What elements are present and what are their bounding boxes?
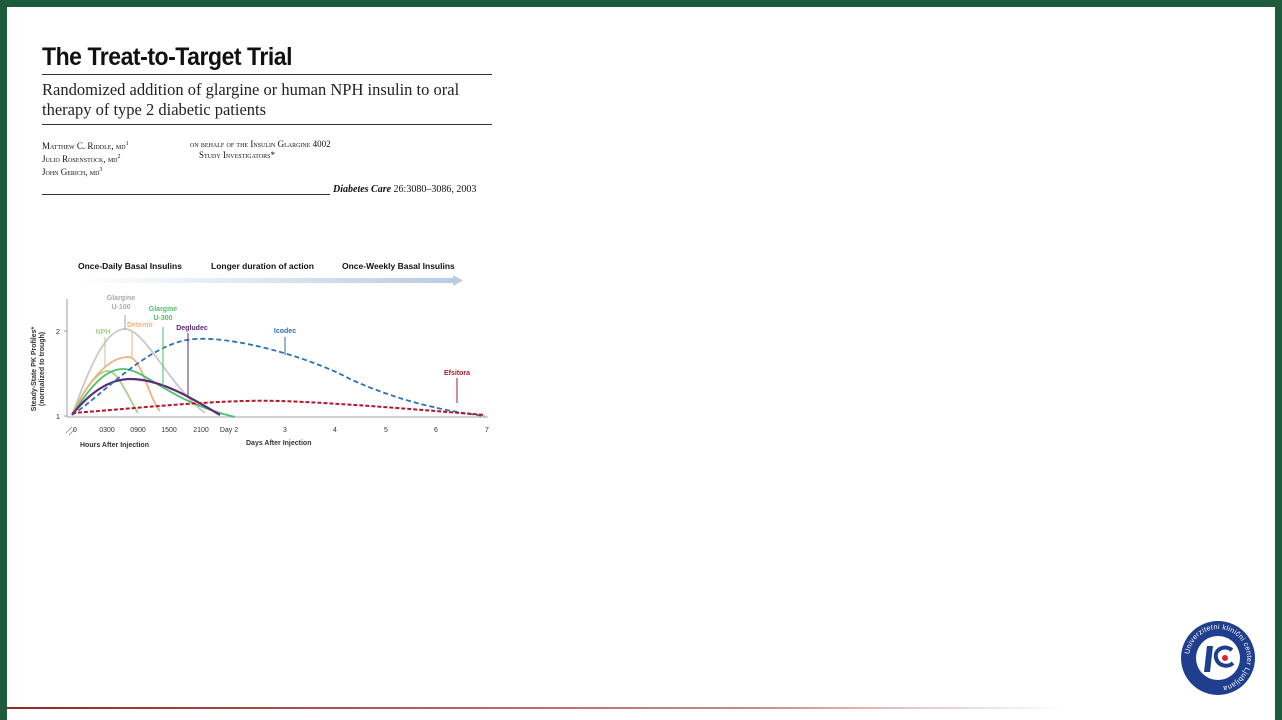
hour-tick-2100: 2100 [193, 427, 209, 434]
hour-tick-0300: 0300 [99, 427, 115, 434]
author-3: John Gerich, md3 [42, 167, 103, 177]
day-tick-4: 4 [333, 427, 337, 434]
glargine-u100-label-2: U-100 [111, 304, 130, 311]
efsitora-label: Efsitora [444, 370, 470, 377]
author-block: Matthew C. Riddle, md1 Julio Rosenstock,… [42, 139, 492, 183]
hour-tick-1500: 1500 [161, 427, 177, 434]
once-weekly-label: Once-Weekly Basal Insulins [342, 261, 455, 271]
axis-break-1 [65, 426, 73, 434]
on-behalf-of: on behalf of the Insulin Glargine 4002 S… [190, 139, 331, 160]
citation: Diabetes Care 26:3080–3086, 2003 [333, 184, 477, 195]
citation-row: Diabetes Care 26:3080–3086, 2003 [42, 183, 492, 197]
article-title: The Treat-to-Target Trial [42, 43, 293, 71]
day-tick-5: 5 [384, 427, 388, 434]
day-tick-2: Day 2 [220, 427, 238, 434]
y-axis-label: Steady-State PK Profiles* (normalized to… [31, 327, 46, 412]
citation-rule [42, 194, 330, 195]
x-label-days: Days After Injection [246, 440, 311, 447]
author-1: Matthew C. Riddle, md1 [42, 141, 129, 151]
author-2: Julio Rosenstock, md2 [42, 154, 121, 164]
glargine-u300-label: Glargine [149, 306, 178, 313]
icodec-label: Icodec [274, 328, 296, 335]
day-tick-3: 3 [283, 427, 287, 434]
efsitora-curve [71, 399, 486, 416]
author-list: Matthew C. Riddle, md1 Julio Rosenstock,… [42, 139, 129, 178]
y-tick-label-1: 1 [56, 412, 60, 421]
degludec-label: Degludec [176, 325, 208, 332]
duration-arrow-head [453, 275, 463, 286]
glargine-u300-label-2: U-300 [153, 315, 172, 322]
duration-arrow-shaft [78, 278, 453, 283]
day-tick-7: 7 [485, 427, 489, 434]
ukc-ljubljana-logo: Univerzitetni klinični center Ljubljana [1181, 621, 1255, 695]
svg-text:Steady-State PK Profiles*: Steady-State PK Profiles* [31, 327, 38, 412]
title-rule [42, 74, 492, 75]
longer-duration-label: Longer duration of action [211, 261, 314, 271]
x-label-hours: Hours After Injection [80, 442, 149, 449]
detemir-label: Detemir [127, 322, 153, 329]
once-daily-label: Once-Daily Basal Insulins [78, 261, 182, 271]
svg-text:(normalized to trough): (normalized to trough) [39, 332, 46, 406]
y-tick-label-2: 2 [56, 327, 60, 336]
day-tick-6: 6 [434, 427, 438, 434]
article-clipping: The Treat-to-Target Trial Randomized add… [42, 43, 492, 197]
hour-tick-0: 0 [73, 427, 77, 434]
article-subtitle: Randomized addition of glargine or human… [42, 80, 460, 119]
nph-label: NPH [96, 329, 111, 336]
hour-tick-0900: 0900 [130, 427, 146, 434]
insulin-pk-figure: Once-Daily Basal Insulins Longer duratio… [20, 247, 490, 452]
glargine-u100-curve [71, 328, 206, 416]
logo-red-dot [1222, 655, 1228, 661]
pk-profile-diagram: Once-Daily Basal Insulins Longer duratio… [31, 261, 489, 449]
slide: The Treat-to-Target Trial Randomized add… [7, 7, 1275, 720]
footer-rule [7, 707, 1067, 709]
subtitle-rule [42, 124, 492, 125]
glargine-u100-label: Glargine [107, 295, 136, 302]
